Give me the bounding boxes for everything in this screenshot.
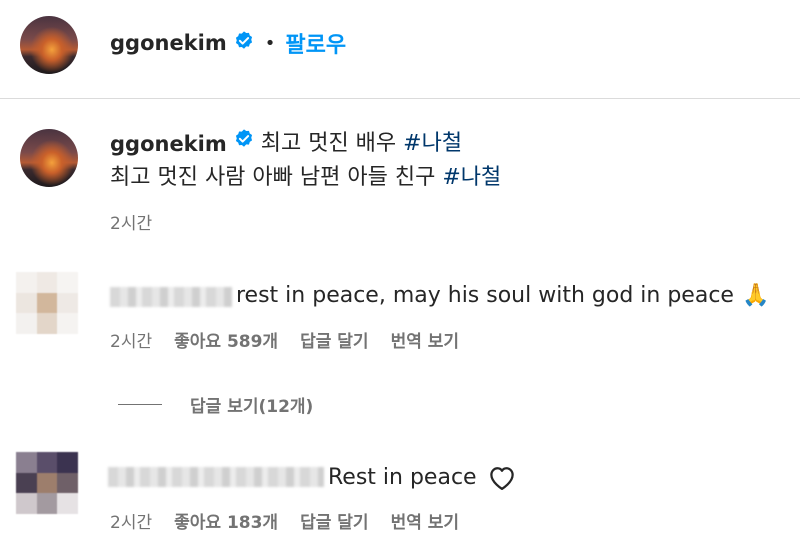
comment-body: Rest in peace bbox=[328, 463, 517, 491]
header-avatar[interactable] bbox=[20, 16, 78, 74]
hashtag-link[interactable]: #나철 bbox=[442, 165, 501, 190]
likes-count[interactable]: 좋아요 183개 bbox=[174, 508, 278, 533]
comment-avatar[interactable] bbox=[16, 452, 78, 514]
praying-hands-icon: 🙏 bbox=[741, 283, 770, 308]
header-divider bbox=[0, 98, 800, 99]
comment-avatar[interactable] bbox=[16, 272, 78, 334]
comment-meta: 2시간 좋아요 183개 답글 달기 번역 보기 bbox=[110, 508, 459, 533]
view-replies-button[interactable]: 답글 보기(12개) bbox=[190, 392, 313, 417]
comment-time[interactable]: 2시간 bbox=[110, 508, 152, 533]
post-caption: ggonekim 최고 멋진 배우 #나철 최고 멋진 사람 아빠 남편 아들 … bbox=[110, 127, 790, 195]
view-replies[interactable]: 답글 보기(12개) bbox=[118, 392, 313, 417]
comment-time[interactable]: 2시간 bbox=[110, 327, 152, 352]
verified-badge-icon bbox=[233, 127, 255, 161]
heart-icon[interactable] bbox=[487, 463, 517, 491]
blurred-username[interactable] bbox=[108, 467, 324, 487]
comment-body: rest in peace, may his soul with god in … bbox=[236, 283, 769, 308]
comment-text: rest in peace, may his soul with god in … bbox=[236, 283, 734, 308]
caption-line-1: ggonekim 최고 멋진 배우 #나철 bbox=[110, 127, 790, 161]
post-username[interactable]: ggonekim bbox=[110, 127, 227, 161]
caption-line-2: 최고 멋진 사람 아빠 남편 아들 친구 #나철 bbox=[110, 161, 790, 195]
verified-badge-icon bbox=[233, 30, 255, 56]
follow-button[interactable]: 팔로우 bbox=[285, 27, 346, 59]
post-time[interactable]: 2시간 bbox=[110, 209, 152, 234]
comment-text: Rest in peace bbox=[328, 464, 477, 490]
likes-count[interactable]: 좋아요 589개 bbox=[174, 327, 278, 352]
blurred-username[interactable] bbox=[110, 287, 232, 307]
translate-button[interactable]: 번역 보기 bbox=[391, 508, 459, 533]
hashtag-link[interactable]: #나철 bbox=[403, 127, 462, 161]
reply-button[interactable]: 답글 달기 bbox=[300, 327, 368, 352]
header-separator: • bbox=[264, 32, 276, 54]
comment-meta: 2시간 좋아요 589개 답글 달기 번역 보기 bbox=[110, 327, 459, 352]
translate-button[interactable]: 번역 보기 bbox=[391, 327, 459, 352]
post-avatar[interactable] bbox=[20, 129, 78, 187]
replies-line bbox=[118, 404, 162, 405]
caption-text-2: 최고 멋진 사람 아빠 남편 아들 친구 bbox=[110, 165, 443, 190]
header-username[interactable]: ggonekim bbox=[110, 31, 227, 55]
header-user: ggonekim • 팔로우 bbox=[110, 28, 346, 58]
caption-text-1: 최고 멋진 배우 bbox=[260, 131, 404, 156]
reply-button[interactable]: 답글 달기 bbox=[300, 508, 368, 533]
